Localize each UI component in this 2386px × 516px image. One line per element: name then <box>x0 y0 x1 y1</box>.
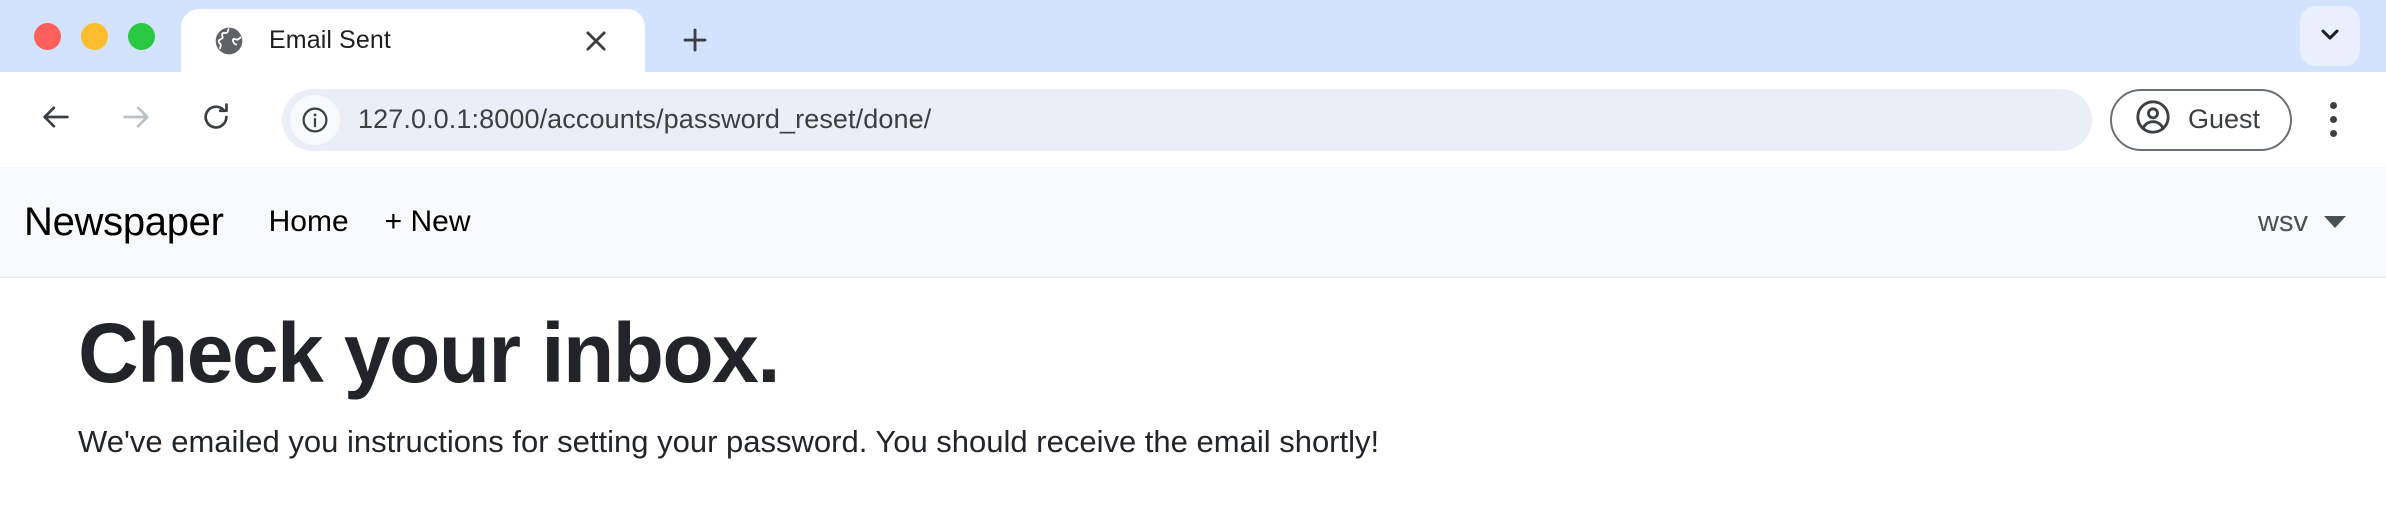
minimize-window-button[interactable] <box>81 22 108 50</box>
reload-icon <box>199 100 233 139</box>
tab-title: Email Sent <box>269 26 391 54</box>
tab-search-button[interactable] <box>2300 6 2360 66</box>
profile-button[interactable]: Guest <box>2109 88 2292 151</box>
nav-link-new[interactable]: + New <box>385 205 471 239</box>
reload-button[interactable] <box>185 89 247 151</box>
new-tab-button[interactable] <box>667 12 723 68</box>
navbar-links: Home + New <box>269 205 471 239</box>
account-circle-icon <box>2134 98 2172 141</box>
browser-toolbar: 127.0.0.1:8000/accounts/password_reset/d… <box>0 72 2386 167</box>
window-controls <box>0 0 181 72</box>
page-description: We've emailed you instructions for setti… <box>78 424 1380 460</box>
three-dots-vertical-icon <box>2329 102 2337 109</box>
back-button[interactable] <box>25 89 87 151</box>
browser-window: Email Sent 127.0.0.1:8000/accounts/passw… <box>0 0 2386 516</box>
user-menu-label: wsv <box>2258 205 2308 238</box>
user-menu[interactable]: wsv <box>2258 206 2352 239</box>
globe-icon <box>213 25 245 57</box>
site-navbar: Newspaper Home + New wsv <box>0 167 2386 278</box>
close-tab-button[interactable] <box>575 20 617 62</box>
close-window-button[interactable] <box>34 22 61 50</box>
nav-link-home[interactable]: Home <box>269 205 349 239</box>
maximize-window-button[interactable] <box>128 22 155 50</box>
info-circle-icon[interactable] <box>290 94 340 145</box>
address-bar[interactable]: 127.0.0.1:8000/accounts/password_reset/d… <box>282 88 2092 151</box>
arrow-right-icon <box>119 100 153 139</box>
chevron-down-icon <box>2316 20 2344 53</box>
profile-label: Guest <box>2187 104 2260 134</box>
main-content: Check your inbox. We've emailed you inst… <box>0 278 2386 463</box>
browser-tab[interactable]: Email Sent <box>181 9 645 72</box>
page-viewport: Newspaper Home + New wsv Check your inbo… <box>0 167 2386 516</box>
three-dots-vertical-icon <box>2329 116 2337 123</box>
page-title: Check your inbox. <box>78 306 781 400</box>
url-text[interactable]: 127.0.0.1:8000/accounts/password_reset/d… <box>358 104 931 135</box>
forward-button <box>105 89 167 151</box>
caret-down-icon <box>2324 216 2346 228</box>
browser-menu-button[interactable] <box>2306 89 2360 151</box>
arrow-left-icon <box>39 100 73 139</box>
site-brand[interactable]: Newspaper <box>24 200 224 245</box>
three-dots-vertical-icon <box>2329 130 2337 137</box>
tab-strip: Email Sent <box>0 0 2386 72</box>
